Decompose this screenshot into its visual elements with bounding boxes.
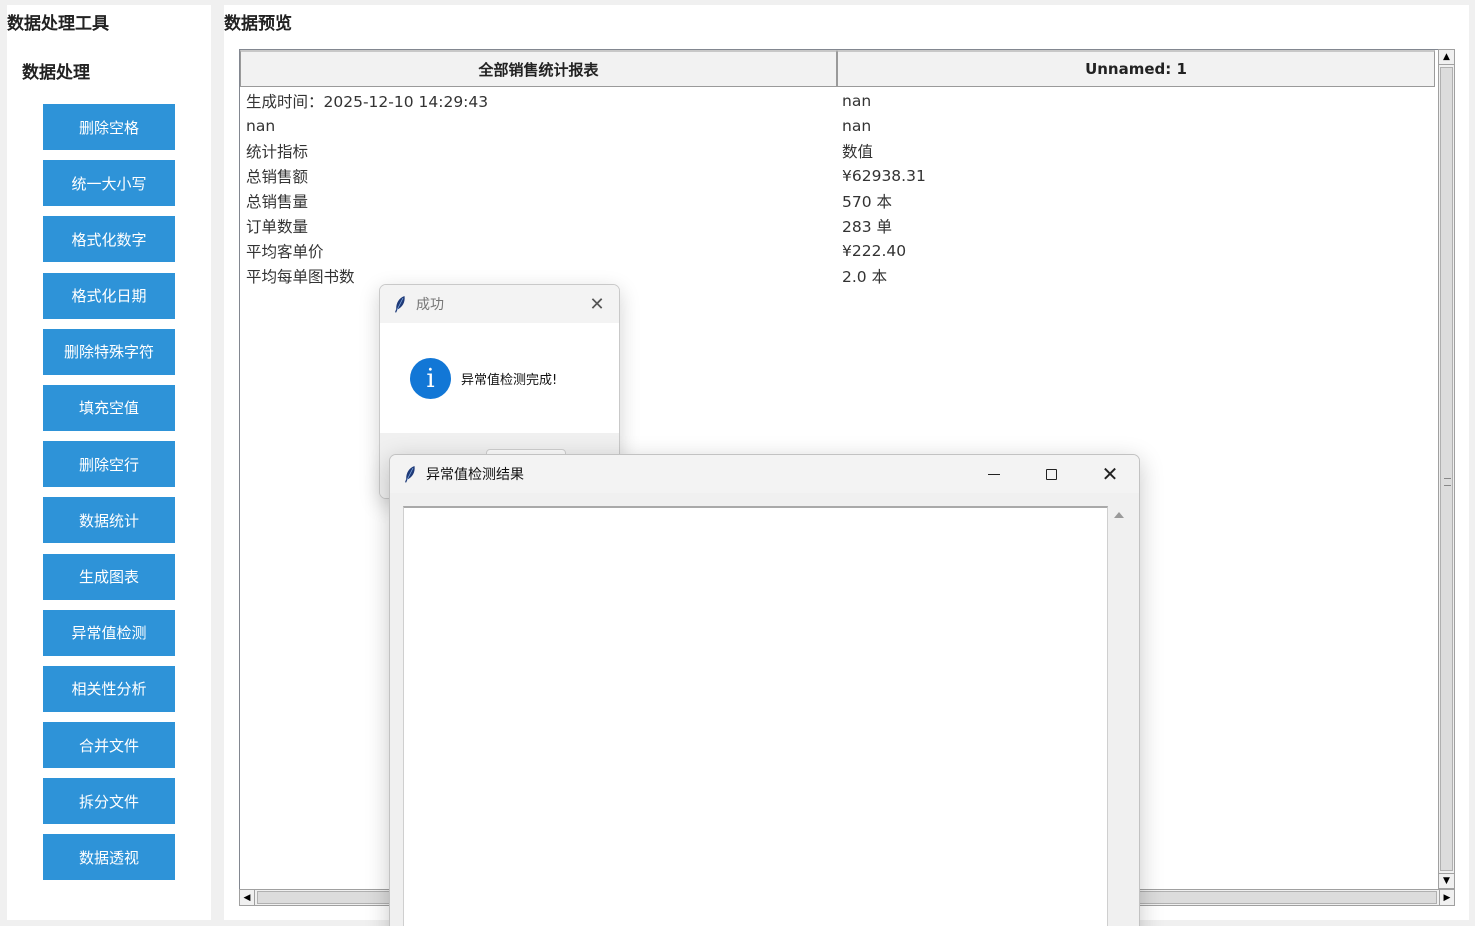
window-titlebar[interactable]: 异常值检测结果 ✕ [390, 455, 1139, 493]
table-body: 生成时间：2025-12-10 14:29:43 nan nan nan 统计指… [240, 87, 1439, 288]
format-date-button[interactable]: 格式化日期 [43, 272, 175, 319]
correlation-analysis-button[interactable]: 相关性分析 [43, 665, 175, 712]
window-title: 异常值检测结果 [426, 467, 524, 483]
close-icon: ✕ [1101, 462, 1119, 486]
minimize-button[interactable] [965, 455, 1023, 493]
table-cell: 生成时间：2025-12-10 14:29:43 [246, 92, 489, 111]
data-statistics-button[interactable]: 数据统计 [43, 497, 175, 544]
sidebar-button-list: 删除空格 统一大小写 格式化数字 格式化日期 删除特殊字符 填充空值 删除空行 … [43, 104, 175, 891]
merge-files-button[interactable]: 合并文件 [43, 722, 175, 769]
table-cell: 数值 [842, 142, 874, 161]
table-cell: ¥62938.31 [842, 166, 926, 185]
delete-spaces-button[interactable]: 删除空格 [43, 104, 175, 150]
scrollbar-thumb[interactable] [1440, 67, 1453, 871]
feather-icon [393, 295, 407, 313]
table-row[interactable]: 总销售额 ¥62938.31 [240, 163, 1439, 188]
close-button[interactable]: ✕ [1081, 455, 1139, 493]
results-scrollbar[interactable] [1109, 506, 1129, 926]
table-cell: 统计指标 [246, 142, 309, 161]
delete-special-chars-button[interactable]: 删除特殊字符 [43, 328, 175, 375]
table-cell: nan [842, 116, 872, 135]
column-header[interactable]: Unnamed: 1 [837, 50, 1435, 87]
scroll-right-arrow-icon[interactable]: ▶ [1439, 890, 1454, 905]
feather-icon [403, 465, 417, 483]
maximize-button[interactable] [1022, 455, 1080, 493]
dialog-message: 异常值检测完成! [461, 373, 558, 388]
pivot-table-button[interactable]: 数据透视 [43, 834, 175, 881]
generate-chart-button[interactable]: 生成图表 [43, 553, 175, 600]
grip-icon [1444, 478, 1451, 486]
dialog-title: 成功 [416, 297, 444, 313]
dialog-body: i 异常值检测完成! [380, 323, 619, 433]
table-row[interactable]: 平均客单价 ¥222.40 [240, 238, 1439, 263]
results-text-area[interactable] [403, 506, 1108, 926]
outlier-results-window: 异常值检测结果 ✕ [389, 454, 1140, 926]
column-header[interactable]: 全部销售统计报表 [240, 50, 837, 87]
close-icon[interactable]: ✕ [587, 294, 607, 315]
table-cell: ¥222.40 [842, 241, 907, 260]
scroll-left-arrow-icon[interactable]: ◀ [240, 890, 255, 905]
table-header: 全部销售统计报表 Unnamed: 1 [240, 50, 1439, 87]
table-row[interactable]: 总销售量 570 本 [240, 188, 1439, 213]
vertical-scrollbar[interactable]: ▲ ▼ [1438, 49, 1455, 889]
table-cell: nan [842, 91, 872, 110]
table-cell: 总销售额 [246, 167, 309, 186]
table-cell: 订单数量 [246, 217, 309, 236]
split-file-button[interactable]: 拆分文件 [43, 778, 175, 825]
scroll-up-arrow-icon[interactable] [1114, 512, 1124, 518]
format-number-button[interactable]: 格式化数字 [43, 216, 175, 263]
unify-case-button[interactable]: 统一大小写 [43, 160, 175, 207]
table-cell: 平均客单价 [246, 242, 324, 261]
table-cell: nan [246, 116, 276, 135]
scroll-down-arrow-icon[interactable]: ▼ [1439, 873, 1454, 888]
table-cell: 总销售量 [246, 192, 309, 211]
info-icon: i [410, 358, 451, 399]
table-row[interactable]: 统计指标 数值 [240, 138, 1439, 163]
delete-empty-rows-button[interactable]: 删除空行 [43, 441, 175, 488]
table-cell: 283 单 [842, 217, 893, 236]
table-row[interactable]: 生成时间：2025-12-10 14:29:43 nan [240, 88, 1439, 113]
outlier-detection-button[interactable]: 异常值检测 [43, 609, 175, 656]
table-row[interactable]: 订单数量 283 单 [240, 213, 1439, 238]
dialog-titlebar[interactable]: 成功 ✕ [380, 285, 619, 323]
section-title: 数据处理 [22, 63, 90, 83]
left-panel: 数据处理工具 数据处理 删除空格 统一大小写 格式化数字 格式化日期 删除特殊字… [7, 5, 211, 920]
preview-title: 数据预览 [224, 14, 292, 34]
fill-empty-button[interactable]: 填充空值 [43, 384, 175, 431]
scroll-up-arrow-icon[interactable]: ▲ [1439, 50, 1454, 65]
table-cell: 570 本 [842, 192, 893, 211]
table-cell: 2.0 本 [842, 267, 888, 286]
maximize-icon [1045, 468, 1057, 480]
app-title: 数据处理工具 [7, 14, 109, 34]
table-row[interactable]: nan nan [240, 113, 1439, 138]
minimize-icon [988, 473, 1000, 475]
